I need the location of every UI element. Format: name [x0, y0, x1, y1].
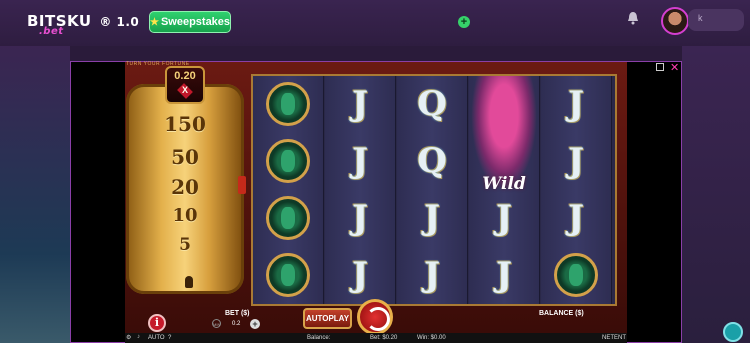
provider-logo: NETENT [602, 335, 626, 341]
wheel-value: 50 [171, 145, 199, 169]
bet-increase-button[interactable]: + [250, 319, 260, 329]
symbol-j: J [351, 198, 369, 238]
logo-version: ® 1.0 [99, 15, 140, 29]
emblem-icon [266, 82, 310, 126]
reel-column: QQJJ [397, 76, 468, 304]
symbol-j: J [351, 84, 369, 124]
multiplier-value: 0.20 [174, 70, 196, 82]
bet-label: BET ($) [225, 310, 250, 317]
wheel-value: 10 [172, 205, 198, 226]
symbol-q: Q [417, 84, 447, 124]
emblem-symbol [541, 247, 611, 304]
symbol-j: J [495, 255, 513, 295]
emblem-icon [266, 196, 310, 240]
symbol-j: J [567, 141, 585, 181]
balance-label: BALANCE ($) [539, 310, 584, 317]
butterfly-icon: Wild [471, 76, 537, 194]
sound-icon[interactable]: ♪ [137, 334, 140, 340]
reels-grid[interactable]: JJJJQQJJQWildJJJJJ [251, 74, 617, 306]
multiplier-x: X [181, 85, 188, 95]
keyhole-icon [185, 276, 193, 288]
bell-icon[interactable] [625, 10, 641, 26]
bet-decrease-button[interactable]: MIN [212, 319, 221, 328]
symbol-j: J [423, 255, 441, 295]
wheel-pointer [238, 176, 246, 194]
reel-column [253, 76, 324, 304]
emblem-symbol [253, 133, 323, 190]
multiplier-badge: 0.20 X [165, 66, 205, 104]
help-button[interactable]: ? [168, 335, 171, 341]
expand-icon[interactable] [656, 63, 664, 71]
reel-column: JJJJ [325, 76, 396, 304]
status-win: Win: $0.00 [417, 335, 446, 341]
close-icon[interactable]: ✕ [670, 61, 679, 74]
info-button[interactable]: i [148, 314, 166, 332]
settings-icon[interactable]: ⚙ [126, 334, 131, 341]
wheel-value: 150 [164, 112, 206, 136]
wheel-value: 5 [179, 235, 191, 255]
emblem-icon [266, 139, 310, 183]
sweepstakes-button[interactable]: ★ Sweepstakes [149, 11, 231, 33]
symbol-j: J [351, 255, 369, 295]
symbol-j: J [567, 198, 585, 238]
avatar[interactable] [661, 7, 689, 35]
status-bar: AUTO ? Balance: Bet: $0.20 Win: $0.00 NE… [125, 333, 627, 343]
status-balance: Balance: [307, 335, 331, 341]
logo-sub: .bet [39, 26, 64, 37]
reel-column: JJJ [541, 76, 612, 304]
emblem-symbol [253, 76, 323, 133]
spin-icon [366, 307, 390, 331]
user-menu[interactable]: k [688, 9, 744, 31]
emblem-symbol [253, 247, 323, 304]
emblem-icon [266, 253, 310, 297]
symbol-j: J [567, 84, 585, 124]
status-bet: Bet: $0.20 [370, 335, 398, 341]
autoplay-button[interactable]: AUTOPLAY [303, 308, 352, 329]
reel-column: QWildJJ [469, 76, 540, 304]
symbol-j: J [351, 141, 369, 181]
symbol-j: J [495, 198, 513, 238]
emblem-icon [554, 253, 598, 297]
left-background [0, 46, 70, 343]
wheel-value: 20 [171, 175, 199, 199]
add-funds-icon[interactable]: + [458, 16, 470, 28]
star-icon: ★ [149, 16, 159, 28]
bet-value: 0.2 [232, 321, 241, 327]
symbol-q: Q [417, 141, 447, 181]
emblem-symbol [253, 190, 323, 247]
wild-symbol: Wild [469, 76, 539, 194]
auto-label[interactable]: AUTO [148, 335, 165, 341]
user-hint: k [698, 13, 703, 23]
chat-icon[interactable] [723, 322, 743, 342]
symbol-j: J [423, 198, 441, 238]
right-background [682, 46, 750, 343]
site-logo[interactable]: BITSKU .bet ® 1.0 [27, 12, 140, 37]
spin-button[interactable] [357, 299, 393, 335]
sweepstakes-label: Sweepstakes [160, 16, 231, 28]
